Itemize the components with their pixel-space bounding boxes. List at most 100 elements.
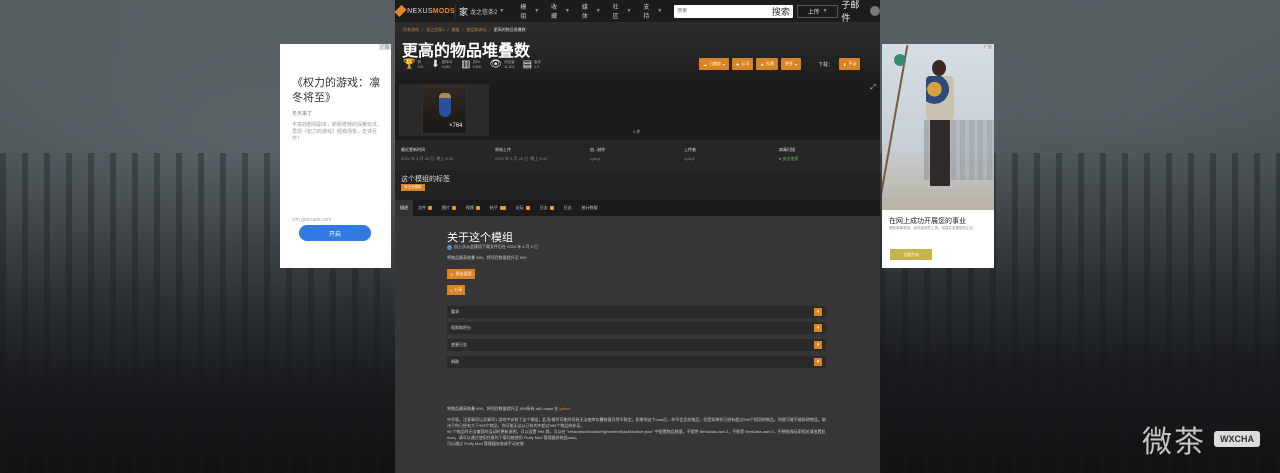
check-icon [447, 244, 452, 250]
game-selector[interactable]: 家 龙之信条2 ▼ [455, 4, 514, 18]
track-button[interactable]: ☁ 已跟踪 ▾ [699, 58, 730, 70]
chevron-down-icon: ▾ [814, 308, 822, 316]
accordion-donations[interactable]: 捐款 ▾ [447, 356, 826, 368]
search-button[interactable]: 搜索 [772, 5, 790, 18]
chevron-down-icon: ▼ [499, 8, 505, 14]
chevron-down-icon: ▼ [564, 8, 570, 14]
game-name: 龙之信条2 [470, 9, 498, 16]
tab-posts[interactable]: 帖子 13 [485, 200, 511, 216]
accordion-requirements[interactable]: 要求 ▾ [447, 306, 826, 318]
gallery-count: 1 件 [633, 129, 641, 134]
vote-icon: ★ [760, 61, 764, 67]
nav-media[interactable]: 媒体 ▼ [576, 2, 607, 20]
top-nav: NEXUSMODS 家 龙之信条2 ▼ 模组 ▼ 收藏 ▼ 媒体 ▼ 社区 ▼ 支持 ▼ … [394, 0, 880, 24]
stat-version: ▤ 版本 1.0 [522, 59, 542, 70]
mod-stats: 🏆 赞 125 ⬇ 独特DL 4,960 ▥ 总DL 4,800 👁 浏览量 11,00… [403, 59, 541, 70]
description-title: 关于这个模组 [447, 232, 513, 244]
ad-start-button[interactable]: 立即开始 [890, 249, 932, 260]
stat-endorsements: 🏆 赞 125 [403, 59, 424, 70]
share-icon: ⤷ [450, 287, 453, 293]
more-button[interactable]: 更多 ▾ [780, 58, 801, 70]
tab-images[interactable]: 图片 1 [437, 200, 461, 216]
tab-videos[interactable]: 视频 0 [461, 200, 485, 216]
tab-forum[interactable]: 论坛 0 [511, 200, 535, 216]
breadcrumb-item[interactable]: 龙之信条2 [426, 27, 444, 33]
info-uploaded-by: 上传者 zydq1 [684, 147, 696, 161]
github-link[interactable]: github [559, 406, 570, 411]
ad-title: 在网上成功开展您的事业 [889, 218, 966, 225]
last-download-note: 自上次从此模组下载文件后在 2024 年 4 月 3 日 [447, 244, 538, 250]
endorse-button[interactable]: ✚ 认可 [732, 58, 754, 70]
breadcrumb-item[interactable]: 模组 [451, 27, 459, 33]
chevron-down-icon: ▼ [534, 8, 540, 14]
ad-right[interactable]: 广告 在网上成功开展您的事业 借助简单易用、经济高效的工具，创建并发展您的企业。… [882, 44, 994, 268]
vote-button[interactable]: ★ 投票 [756, 58, 778, 70]
chevron-down-icon: ▾ [814, 324, 822, 332]
report-abuse-button[interactable]: ⚠ 报告滥用 [447, 269, 475, 279]
chevron-down-icon: ▾ [723, 61, 726, 67]
share-button[interactable]: ⤷ 分享 [447, 285, 466, 295]
watermark-text: 微茶 [1142, 425, 1206, 460]
tag-mod-button[interactable]: 标记此模组 [401, 184, 425, 191]
manual-download-button[interactable]: ⬇ 手动 [839, 58, 861, 70]
breadcrumb-item[interactable]: 物品和库存 [467, 27, 487, 33]
tab-description[interactable]: 描述 [395, 200, 413, 216]
chevron-down-icon: ▾ [814, 358, 822, 366]
ad-url: clm.gtarcade.com [292, 217, 332, 223]
mod-page: 所有游戏 / 龙之信条2/ 模组 / 物品和库存 / 更高的物品堆叠数 更高的物品堆叠… [395, 22, 880, 473]
chevron-down-icon: ▼ [822, 8, 828, 14]
expand-icon[interactable]: ⤢ [870, 84, 876, 92]
ad-mark: 广告 [982, 44, 994, 50]
tab-stats[interactable]: 统计数据 [577, 200, 603, 216]
watermark-badge: WXCHA [1214, 431, 1260, 447]
mod-summary: 将物品最高堆叠 999，将项目数量提升至 999 [447, 255, 527, 260]
email-link[interactable]: 子邮件 [841, 0, 880, 24]
info-created-by: 由...制作 zydq1 [590, 147, 606, 161]
breadcrumb-item[interactable]: 所有游戏 [403, 27, 419, 33]
gallery-thumbnail[interactable]: ×764 [399, 84, 489, 136]
thumb-count: ×764 [448, 123, 463, 129]
info-original-upload: 原始上传 2024 年 3 月 26 日, 晚上 8:49 [495, 147, 548, 161]
ad-photo [882, 44, 994, 210]
page-title: 更高的物品堆叠数 [402, 43, 531, 60]
nav-collections[interactable]: 收藏 ▼ [545, 2, 576, 20]
chart-icon: ▥ [461, 59, 471, 70]
accordion-permissions[interactable]: 权限和积分 ▾ [447, 322, 826, 334]
chevron-down-icon: ▼ [595, 8, 601, 14]
eye-icon: 👁 [489, 59, 503, 70]
info-virus-scan: 病毒扫描 ● 安全使用 [779, 147, 799, 161]
search-input[interactable] [677, 8, 768, 14]
mod-info-row: 最近更新时间 2024 年 3 月 26 日, 晚上 8:49 原始上传 2024 … [395, 140, 880, 170]
upload-button[interactable]: 上传 ▼ [796, 4, 839, 18]
chevron-down-icon: ▼ [626, 8, 632, 14]
stat-views: 👁 浏览量 11,003 [489, 59, 515, 70]
avatar [870, 6, 880, 16]
mod-tabs: 描述 文件 1 图片 1 视频 0 帖子 13 论坛 0 日志 0 日志 统计数据 [395, 200, 880, 216]
breadcrumb: 所有游戏 / 龙之信条2/ 模组 / 物品和库存 / 更高的物品堆叠数 [403, 27, 526, 33]
download-icon: ⬇ [843, 61, 847, 67]
nav-mods[interactable]: 模组 ▼ [514, 2, 545, 20]
chevron-down-icon: ▼ [657, 8, 663, 14]
tab-bugs[interactable]: 日志 0 [535, 200, 559, 216]
description-body: 将物品最高堆叠 999，将项目数量提升至 999所有 dd2 mods 在 gi… [447, 406, 826, 446]
thumb-up-icon: ✚ [736, 61, 740, 67]
nav-community[interactable]: 社区 ▼ [607, 2, 638, 20]
potion-image [438, 93, 451, 117]
tab-files[interactable]: 文件 1 [413, 200, 437, 216]
ad-subtitle: 冬天来了 [292, 111, 313, 117]
version-icon: ▤ [522, 59, 533, 70]
shield-check-icon: ● [779, 156, 782, 161]
ad-person-image [922, 60, 956, 190]
accordion-changelog[interactable]: 变更日志 ▾ [447, 339, 826, 351]
breadcrumb-current: 更高的物品堆叠数 [493, 27, 526, 32]
ad-mark: 广告 [379, 44, 391, 50]
tab-logs[interactable]: 日志 [559, 200, 577, 216]
ad-left[interactable]: 广告 《权力的游戏：凛冬将至》 冬天来了 丰富的剧情副本，新颖奇特的探索玩法，再… [280, 44, 391, 268]
ad-open-button[interactable]: 开启 [299, 225, 371, 241]
ad-text: 丰富的剧情副本，新颖奇特的探索玩法，再现《权力的游戏》经典场景，史诗巨作！ [292, 122, 383, 142]
nexus-logo-icon [394, 4, 407, 18]
nav-support[interactable]: 支持 ▼ [637, 2, 668, 20]
site-logo[interactable]: NEXUSMODS [394, 4, 455, 18]
ad-logo-icon [894, 54, 906, 66]
mod-header: 所有游戏 / 龙之信条2/ 模组 / 物品和库存 / 更高的物品堆叠数 更高的物品堆叠… [395, 22, 880, 80]
